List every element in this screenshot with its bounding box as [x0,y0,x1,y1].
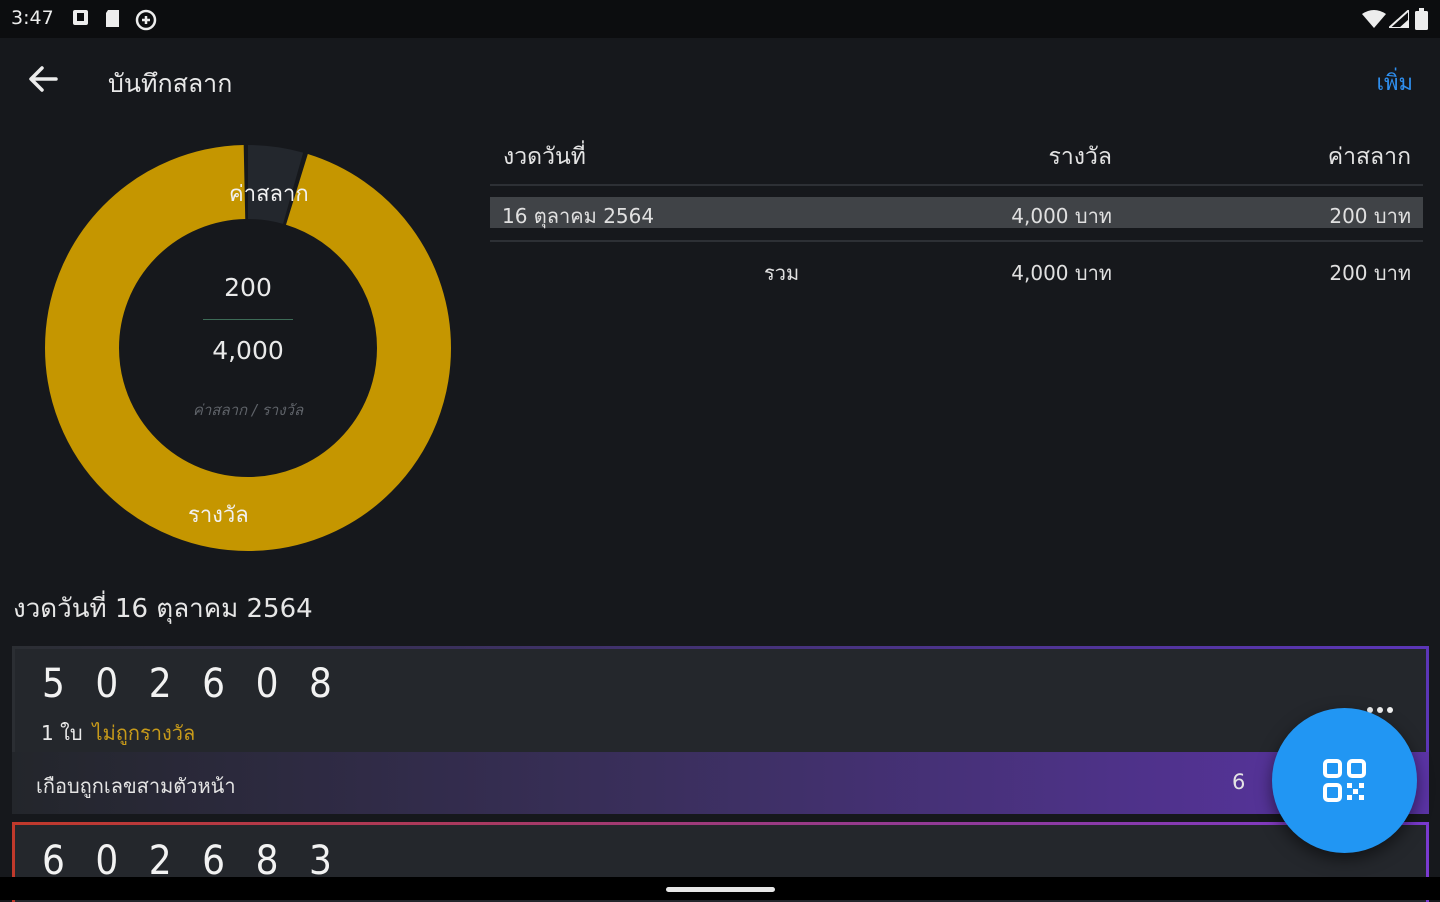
donut-chart: ค่าสลาก รางวัล 200 4,000 ค่าสลาก / รางวั… [40,140,456,556]
sd-card-icon [104,9,121,32]
scan-qr-button[interactable] [1272,708,1417,853]
donut-center-prize: 4,000 [212,336,284,365]
ticket-digit: 0 [255,661,279,707]
app-bar: บันทึกสลาก เพิ่ม [0,38,1440,122]
near-win-label: เกือบถูกเลขสามตัวหน้า [36,774,236,798]
status-bar: 3:47 [0,0,1440,38]
add-button[interactable]: เพิ่ม [1376,65,1413,100]
more-options-icon[interactable] [1366,699,1394,713]
status-time: 3:47 [11,7,54,29]
table-cell-cost: 200 บาท [1329,204,1411,228]
ticket-digit: 0 [95,661,119,707]
ticket-digit: 8 [308,661,332,707]
table-header-date: งวดวันที่ [503,144,586,170]
table-header-prize: รางวัล [1048,144,1112,170]
near-win-bar: เกือบถูกเลขสามตัวหน้า 6 [12,752,1429,814]
table-cell-prize: 4,000 บาท [1011,204,1112,228]
ticket-card[interactable]: 502608 1 ใบ ไม่ถูกรางวัล เกือบถูกเลขสามตั… [12,646,1429,814]
home-gesture-handle[interactable] [666,887,775,892]
ticket-status: ไม่ถูกรางวัล [92,721,196,745]
navigation-bar [0,877,1440,900]
donut-center-caption: ค่าสลาก / รางวัล [192,401,304,419]
page-title: บันทึกสลาก [108,69,233,98]
battery-icon [1415,8,1428,34]
data-saver-icon [135,9,157,35]
table-cell-date: 16 ตุลาคม 2564 [502,204,655,228]
ticket-count: 1 ใบ [41,721,83,745]
table-total-cost: 200 บาท [1329,261,1411,285]
table-total-label: รวม [764,261,800,285]
ticket-count-row: 1 ใบ ไม่ถูกรางวัล [41,717,195,749]
ticket-digit: 2 [148,661,172,707]
donut-center-divider [203,319,293,320]
ticket-number: 502608 [42,661,362,707]
notification-icon [72,9,89,30]
donut-center-cost: 200 [224,273,272,302]
near-win-count: 6 [1232,770,1246,794]
table-total-prize: 4,000 บาท [1011,261,1112,285]
ticket-digit: 6 [202,661,226,707]
table-divider [490,184,1423,186]
donut-label-cost: ค่าสลาก [229,182,309,207]
qr-code-icon [1323,759,1366,802]
section-title: งวดวันที่ 16 ตุลาคม 2564 [13,594,313,624]
table-row[interactable]: 16 ตุลาคม 2564 4,000 บาท 200 บาท [490,197,1423,228]
donut-label-prize: รางวัล [188,503,249,528]
signal-icon [1386,7,1410,32]
table-header-cost: ค่าสลาก [1327,144,1411,170]
wifi-icon [1362,10,1386,32]
ticket-digit: 5 [42,661,65,707]
table-divider [490,240,1423,242]
back-arrow-icon[interactable] [26,62,60,96]
